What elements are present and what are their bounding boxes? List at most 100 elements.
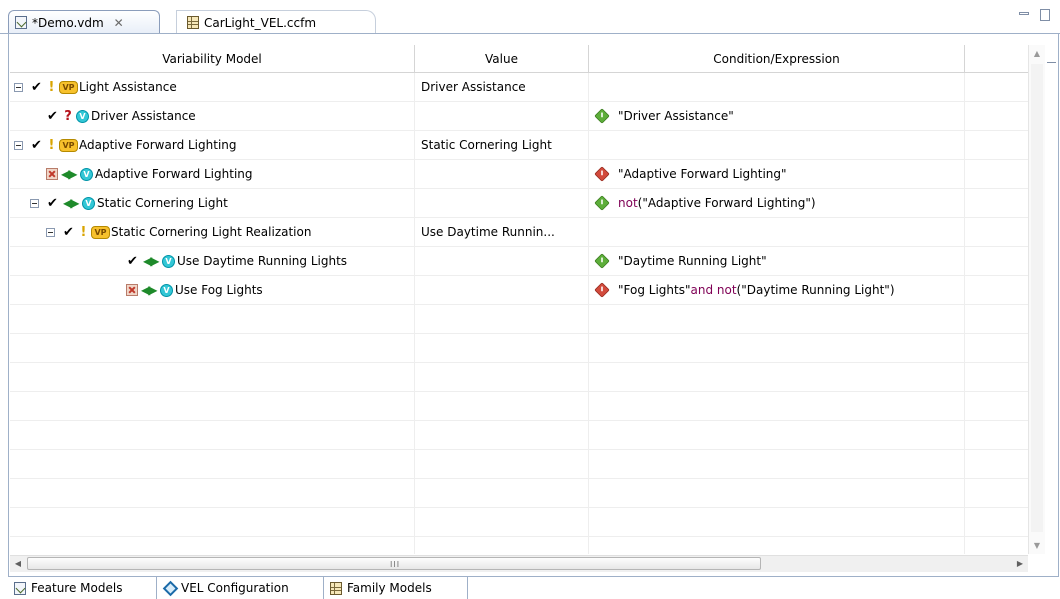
collapse-toggle-icon[interactable] xyxy=(30,198,39,208)
element-name: Driver Assistance xyxy=(91,109,196,123)
value-cell[interactable]: Driver Assistance xyxy=(415,73,589,101)
filler-cell xyxy=(965,102,1028,130)
tab-family-models[interactable]: Family Models xyxy=(324,577,468,599)
condition-cell[interactable]: "Driver Assistance" xyxy=(589,102,965,130)
scroll-down-icon[interactable]: ▼ xyxy=(1029,537,1045,554)
element-name: Light Assistance xyxy=(79,80,177,94)
condition-text: "Daytime Running Light" xyxy=(618,254,767,268)
close-icon[interactable]: ✕ xyxy=(114,16,124,30)
variation-point-icon: VP xyxy=(59,80,78,94)
family-models-icon xyxy=(330,581,342,595)
condition-cell[interactable]: "Adaptive Forward Lighting" xyxy=(589,160,965,188)
variability-model-cell: ✔ ! VP Adaptive Forward Lighting xyxy=(10,131,415,159)
scroll-grip-icon: III xyxy=(390,560,401,569)
value-cell[interactable] xyxy=(415,160,589,188)
warning-icon: ! xyxy=(48,79,55,95)
table-row[interactable]: ✔ ◀▶ V Use Daytime Running Lights "Dayti… xyxy=(10,247,1028,276)
empty-table-row xyxy=(10,537,1028,554)
table-row[interactable]: ◀▶ V Use Fog Lights "Fog Lights" and not… xyxy=(10,276,1028,305)
excluded-icon xyxy=(126,284,138,296)
excluded-icon xyxy=(46,168,58,180)
side-minimize-icon[interactable] xyxy=(1047,62,1056,63)
tab-label: *Demo.vdm xyxy=(32,15,104,30)
vertical-scroll-track[interactable] xyxy=(1031,64,1043,532)
condition-cell[interactable] xyxy=(589,73,965,101)
variability-model-cell: ✔ ! VP Static Cornering Light Realizatio… xyxy=(10,218,415,246)
condition-fail-icon xyxy=(594,166,610,182)
question-icon: ? xyxy=(64,108,72,124)
condition-cell[interactable]: not ("Adaptive Forward Lighting") xyxy=(589,189,965,217)
element-name: Adaptive Forward Lighting xyxy=(95,167,253,181)
variant-icon: V xyxy=(162,254,175,268)
maximize-icon[interactable] xyxy=(1040,9,1050,21)
variability-model-cell: ✔ ? V Driver Assistance xyxy=(10,102,415,130)
variant-icon: V xyxy=(160,283,173,297)
variability-model-cell: ✔ ◀▶ V Static Cornering Light xyxy=(10,189,415,217)
condition-fail-icon xyxy=(594,282,610,298)
editor-border-left xyxy=(8,34,9,597)
value-cell[interactable]: Static Cornering Light xyxy=(415,131,589,159)
check-icon: ✔ xyxy=(31,79,42,95)
bidirectional-arrow-icon: ◀▶ xyxy=(143,254,159,268)
table-row[interactable]: ✔ ! VP Static Cornering Light Realizatio… xyxy=(10,218,1028,247)
column-header-value[interactable]: Value xyxy=(415,45,589,73)
vdm-editor-window: *Demo.vdm ✕ CarLight_VEL.ccfm Variabilit… xyxy=(0,0,1060,599)
filler-cell xyxy=(965,276,1028,304)
value-cell[interactable] xyxy=(415,189,589,217)
condition-text: "Adaptive Forward Lighting" xyxy=(618,167,787,181)
condition-cell[interactable]: "Daytime Running Light" xyxy=(589,247,965,275)
check-icon: ✔ xyxy=(47,195,58,211)
horizontal-scrollbar[interactable]: ◀ III ▶ xyxy=(10,555,1028,572)
tab-feature-models[interactable]: Feature Models xyxy=(8,577,157,599)
filler-cell xyxy=(965,218,1028,246)
scroll-right-icon[interactable]: ▶ xyxy=(1012,556,1028,572)
variability-tree-table: Variability Model Value Condition/Expres… xyxy=(10,45,1028,554)
check-icon: ✔ xyxy=(127,253,138,269)
empty-table-row xyxy=(10,334,1028,363)
check-icon: ✔ xyxy=(63,224,74,240)
condition-keyword: and not xyxy=(690,283,737,297)
table-row[interactable]: ✔ ? V Driver Assistance "Driver Assistan… xyxy=(10,102,1028,131)
column-header-variability-model[interactable]: Variability Model xyxy=(10,45,415,73)
filler-cell xyxy=(965,131,1028,159)
collapse-toggle-icon[interactable] xyxy=(46,227,55,237)
condition-text: "Driver Assistance" xyxy=(618,109,734,123)
feature-models-icon xyxy=(14,581,26,595)
table-row[interactable]: ✔ ◀▶ V Static Cornering Light not ("Adapt… xyxy=(10,189,1028,218)
value-text: Use Daytime Runnin... xyxy=(421,225,555,239)
table-body: ✔ ! VP Light Assistance Driver Assistanc… xyxy=(10,73,1028,554)
condition-text: ("Adaptive Forward Lighting") xyxy=(637,196,816,210)
collapse-toggle-icon[interactable] xyxy=(14,82,23,92)
condition-cell[interactable] xyxy=(589,131,965,159)
condition-cell[interactable]: "Fog Lights" and not ("Daytime Running Li… xyxy=(589,276,965,304)
ccfm-file-icon xyxy=(187,16,199,29)
tab-label: VEL Configuration xyxy=(181,581,289,595)
editor-tab-bar: *Demo.vdm ✕ CarLight_VEL.ccfm xyxy=(0,0,1060,34)
scroll-left-icon[interactable]: ◀ xyxy=(10,556,26,572)
value-cell[interactable] xyxy=(415,276,589,304)
horizontal-scroll-thumb[interactable]: III xyxy=(27,557,761,570)
value-cell[interactable] xyxy=(415,247,589,275)
minimize-icon[interactable] xyxy=(1019,12,1029,15)
bidirectional-arrow-icon: ◀▶ xyxy=(63,196,79,210)
collapse-toggle-icon[interactable] xyxy=(14,140,23,150)
variant-icon: V xyxy=(82,196,95,210)
column-header-condition[interactable]: Condition/Expression xyxy=(589,45,965,73)
table-row[interactable]: ✔ ! VP Adaptive Forward Lighting Static … xyxy=(10,131,1028,160)
variability-model-cell: ◀▶ V Adaptive Forward Lighting xyxy=(10,160,415,188)
tab-vel-configuration[interactable]: VEL Configuration xyxy=(157,577,324,599)
element-name: Use Daytime Running Lights xyxy=(177,254,348,268)
condition-cell[interactable] xyxy=(589,218,965,246)
tab-carlight-ccfm[interactable]: CarLight_VEL.ccfm xyxy=(176,10,376,34)
filler-cell xyxy=(965,73,1028,101)
vertical-scrollbar[interactable]: ▲ ▼ xyxy=(1028,45,1045,554)
scroll-up-icon[interactable]: ▲ xyxy=(1029,45,1045,62)
value-cell[interactable] xyxy=(415,102,589,130)
variability-model-cell: ✔ ◀▶ V Use Daytime Running Lights xyxy=(10,247,415,275)
condition-text: "Fog Lights" xyxy=(618,283,691,297)
value-cell[interactable]: Use Daytime Runnin... xyxy=(415,218,589,246)
tab-demo-vdm[interactable]: *Demo.vdm ✕ xyxy=(8,10,160,34)
table-row[interactable]: ◀▶ V Adaptive Forward Lighting "Adaptive… xyxy=(10,160,1028,189)
table-row[interactable]: ✔ ! VP Light Assistance Driver Assistanc… xyxy=(10,73,1028,102)
check-icon: ✔ xyxy=(31,137,42,153)
